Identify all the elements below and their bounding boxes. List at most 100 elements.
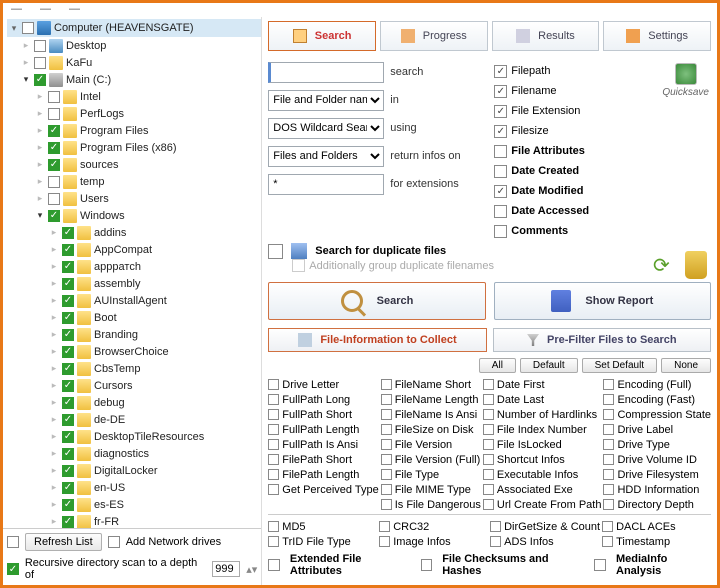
tree-checkbox[interactable]	[48, 108, 60, 120]
tree-toggle[interactable]: ▾	[21, 75, 31, 85]
tree-checkbox[interactable]	[34, 57, 46, 69]
tree-checkbox[interactable]: ✓	[62, 380, 74, 392]
tree-label[interactable]: es-ES	[94, 499, 124, 511]
attr-checkbox[interactable]	[268, 484, 279, 495]
tree-checkbox[interactable]: ✓	[62, 244, 74, 256]
tree-toggle[interactable]: ▾	[9, 23, 19, 33]
tree-label[interactable]: Program Files (x86)	[80, 142, 177, 154]
add-network-checkbox[interactable]	[108, 536, 120, 548]
attr-checkbox[interactable]	[268, 536, 279, 547]
attr-checkbox[interactable]	[603, 469, 614, 480]
attr-checkbox[interactable]	[381, 454, 392, 465]
attr-checkbox[interactable]	[381, 439, 392, 450]
tree-checkbox[interactable]	[22, 22, 34, 34]
datecr-checkbox[interactable]	[494, 165, 507, 178]
tree-checkbox[interactable]: ✓	[62, 312, 74, 324]
tree-checkbox[interactable]: ✓	[48, 142, 60, 154]
tree-label[interactable]: addins	[94, 227, 126, 239]
tab-search[interactable]: Search	[268, 21, 376, 51]
tree-checkbox[interactable]: ✓	[48, 125, 60, 137]
tree-checkbox[interactable]: ✓	[34, 74, 46, 86]
filename-checkbox[interactable]	[494, 85, 507, 98]
attr-checkbox[interactable]	[483, 409, 494, 420]
tree-label[interactable]: DesktopTileResources	[94, 431, 204, 443]
depth-input[interactable]	[212, 561, 240, 577]
tree-checkbox[interactable]: ✓	[62, 397, 74, 409]
attr-checkbox[interactable]	[268, 521, 279, 532]
tree-toggle[interactable]: ▸	[35, 177, 45, 187]
tree-toggle[interactable]: ▸	[35, 143, 45, 153]
attr-checkbox[interactable]	[268, 454, 279, 465]
refresh-list-button[interactable]: Refresh List	[25, 533, 102, 551]
attr-checkbox[interactable]	[483, 499, 494, 510]
attr-checkbox[interactable]	[381, 469, 392, 480]
datemod-checkbox[interactable]	[494, 185, 507, 198]
tree-label[interactable]: debug	[94, 397, 125, 409]
attr-checkbox[interactable]	[381, 394, 392, 405]
tree-toggle[interactable]: ▸	[49, 449, 59, 459]
attr-checkbox[interactable]	[268, 379, 279, 390]
checksums-checkbox[interactable]	[421, 559, 433, 571]
attr-checkbox[interactable]	[381, 484, 392, 495]
in-select[interactable]: File and Folder names	[268, 90, 384, 111]
ext-attr-checkbox[interactable]	[268, 559, 280, 571]
return-select[interactable]: Files and Folders	[268, 146, 384, 167]
tree-checkbox[interactable]: ✓	[62, 346, 74, 358]
preset-none[interactable]: None	[661, 358, 711, 373]
tree-checkbox[interactable]: ✓	[48, 159, 60, 171]
tree-label[interactable]: Desktop	[66, 40, 106, 52]
tree-toggle[interactable]: ▸	[49, 347, 59, 357]
search-input[interactable]	[268, 62, 384, 83]
tree-checkbox[interactable]: ✓	[62, 278, 74, 290]
tree-checkbox[interactable]: ✓	[62, 516, 74, 528]
attr-checkbox[interactable]	[483, 394, 494, 405]
recursive-checkbox[interactable]: ✓	[7, 563, 19, 575]
pre-filter-tab[interactable]: Pre-Filter Files to Search	[493, 328, 711, 352]
tree-checkbox[interactable]	[34, 40, 46, 52]
tree-toggle[interactable]: ▸	[35, 126, 45, 136]
comments-checkbox[interactable]	[494, 225, 507, 238]
attr-checkbox[interactable]	[602, 536, 613, 547]
attr-checkbox[interactable]	[483, 469, 494, 480]
attr-checkbox[interactable]	[379, 536, 390, 547]
quicksave-label[interactable]: Quicksave	[662, 87, 709, 98]
preset-all[interactable]: All	[479, 358, 516, 373]
attr-checkbox[interactable]	[381, 379, 392, 390]
tree-checkbox[interactable]: ✓	[62, 414, 74, 426]
tree-toggle[interactable]: ▾	[35, 211, 45, 221]
tree-toggle[interactable]: ▸	[49, 415, 59, 425]
tree-toggle[interactable]: ▸	[21, 58, 31, 68]
attr-checkbox[interactable]	[602, 521, 613, 532]
tree-checkbox[interactable]: ✓	[48, 210, 60, 222]
refresh-icon[interactable]: ⟳	[653, 253, 675, 275]
attr-checkbox[interactable]	[490, 521, 501, 532]
attr-checkbox[interactable]	[483, 439, 494, 450]
preset-default[interactable]: Default	[520, 358, 578, 373]
tree-toggle[interactable]: ▸	[49, 330, 59, 340]
folder-tree[interactable]: ▾Computer (HEAVENSGATE)▸Desktop▸KaFu▾✓Ma…	[3, 17, 261, 528]
tree-checkbox[interactable]: ✓	[62, 363, 74, 375]
group-dup-checkbox[interactable]	[292, 259, 305, 272]
attr-checkbox[interactable]	[381, 424, 392, 435]
attr-checkbox[interactable]	[603, 409, 614, 420]
tree-checkbox[interactable]: ✓	[62, 261, 74, 273]
attr-checkbox[interactable]	[268, 424, 279, 435]
tab-settings[interactable]: Settings	[603, 21, 711, 51]
attr-checkbox[interactable]	[483, 454, 494, 465]
attr-checkbox[interactable]	[603, 424, 614, 435]
tree-label[interactable]: apppатch	[94, 261, 141, 273]
tree-checkbox[interactable]	[48, 176, 60, 188]
tree-label[interactable]: Computer (HEAVENSGATE)	[54, 22, 194, 34]
preset-set-default[interactable]: Set Default	[582, 358, 657, 373]
tree-label[interactable]: Cursors	[94, 380, 133, 392]
tree-checkbox[interactable]: ✓	[62, 431, 74, 443]
tree-toggle[interactable]: ▸	[49, 279, 59, 289]
filepath-checkbox[interactable]	[494, 65, 507, 78]
tab-results[interactable]: Results	[492, 21, 600, 51]
tree-toggle[interactable]: ▸	[49, 262, 59, 272]
tree-label[interactable]: Main (C:)	[66, 74, 111, 86]
show-report-button[interactable]: Show Report	[494, 282, 711, 320]
tree-toggle[interactable]: ▸	[49, 313, 59, 323]
refresh-checkbox[interactable]	[7, 536, 19, 548]
extensions-input[interactable]	[268, 174, 384, 195]
